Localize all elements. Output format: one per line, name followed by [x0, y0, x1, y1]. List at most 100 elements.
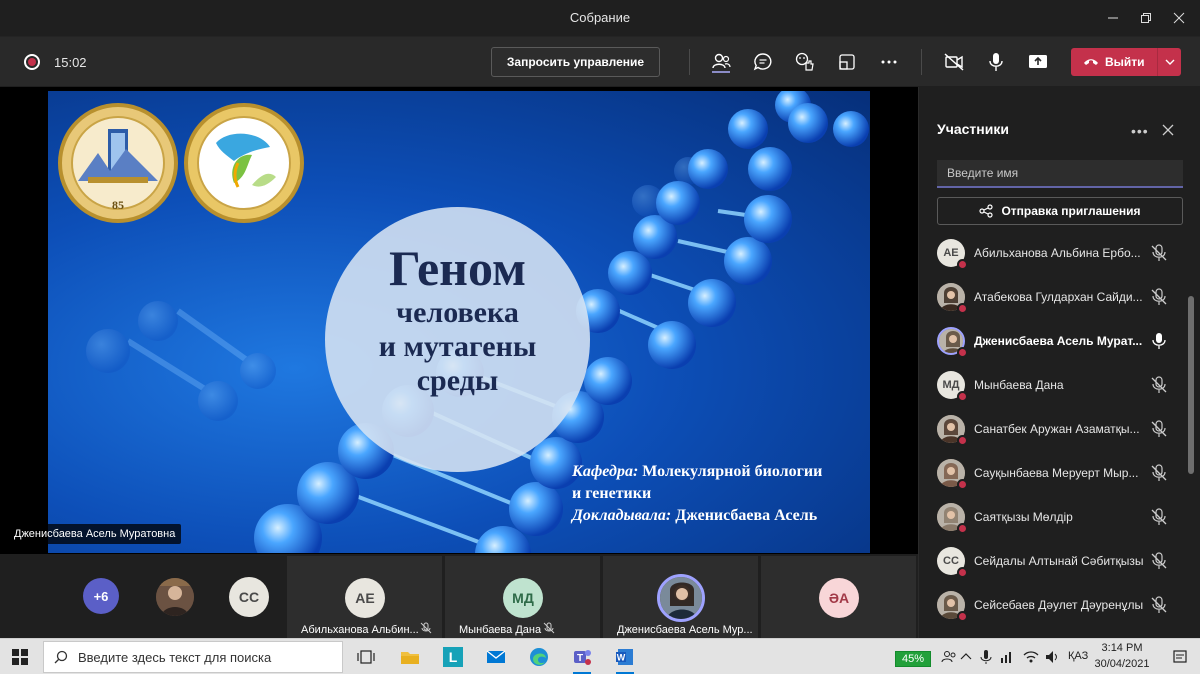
participant-row[interactable]: Санатбек Аружан Азаматқы...	[919, 408, 1189, 452]
more-participants-badge[interactable]: +6	[83, 578, 119, 614]
breakout-rooms-icon	[839, 54, 855, 70]
video-tile[interactable]: ӘА	[761, 556, 916, 638]
mic-toggle-button[interactable]	[984, 50, 1008, 74]
folder-icon	[401, 652, 419, 664]
request-control-button[interactable]: Запросить управление	[491, 47, 660, 77]
participant-row[interactable]: Сауқынбаева Меруерт Мыр...	[919, 452, 1189, 496]
more-actions-button[interactable]	[877, 50, 901, 74]
mic-off-icon[interactable]	[1151, 420, 1167, 438]
participant-avatar-photo[interactable]	[156, 578, 194, 616]
department-value-cont: и генетики	[572, 485, 652, 502]
participant-search-input[interactable]	[937, 160, 1183, 188]
presence-status-icon	[957, 567, 968, 578]
svg-text:T: T	[577, 653, 583, 664]
participant-avatar-cc[interactable]: СС	[229, 577, 269, 617]
mail-app[interactable]	[479, 643, 513, 671]
leave-main[interactable]: Выйти	[1071, 55, 1157, 69]
speaker-value: Дженисбаева Асель	[675, 507, 818, 524]
slide-title-line2: человека	[396, 296, 519, 329]
share-invite-button[interactable]: Отправка приглашения	[937, 197, 1183, 225]
video-tile[interactable]: МД Мынбаева Дана	[445, 556, 600, 638]
participant-row[interactable]: Саятқызы Мөлдір	[919, 496, 1189, 540]
rooms-button[interactable]	[835, 50, 859, 74]
taskbar-search[interactable]: Введите здесь текст для поиска	[43, 641, 343, 673]
reactions-button[interactable]	[793, 50, 817, 74]
mic-off-icon[interactable]	[1151, 552, 1167, 570]
tile-avatar: ӘА	[819, 578, 859, 618]
windows-taskbar: Введите здесь текст для поиска L T W 45%	[0, 638, 1200, 674]
participant-row[interactable]: МД Мынбаева Дана	[919, 364, 1189, 408]
mic-off-icon[interactable]	[1151, 464, 1167, 482]
invite-label: Отправка приглашения	[1001, 204, 1141, 218]
mic-off-icon[interactable]	[1151, 288, 1167, 306]
microphone-icon[interactable]	[1151, 332, 1167, 350]
participant-row[interactable]: Дженисбаева Асель Мурат...	[919, 320, 1189, 364]
participant-name: Дженисбаева Асель Мурат...	[974, 334, 1143, 348]
mic-off-icon[interactable]	[1151, 596, 1167, 614]
tile-avatar: АЕ	[345, 578, 385, 618]
shared-content-stage: 85 Геном человека и мутагены среды Кафед…	[0, 87, 918, 554]
tile-avatar: МД	[503, 578, 543, 618]
participants-button[interactable]	[709, 50, 733, 74]
slide-title-line4: среды	[416, 364, 499, 397]
camera-off-icon	[944, 53, 964, 71]
chat-icon	[753, 53, 772, 71]
close-icon	[1162, 124, 1174, 136]
volume-icon[interactable]	[1044, 649, 1060, 665]
presence-status-icon	[957, 303, 968, 314]
close-window-button[interactable]	[1159, 0, 1199, 36]
presence-status-icon	[957, 347, 968, 358]
language-indicator[interactable]: ҚАЗ	[1068, 650, 1088, 662]
participant-row[interactable]: Сейсебаев Дәулет Дәуренұлы	[919, 584, 1189, 628]
word-app[interactable]: W	[608, 643, 642, 674]
l-app-icon: L	[443, 647, 463, 667]
chat-button[interactable]	[751, 50, 775, 74]
leave-button[interactable]: Выйти	[1071, 48, 1181, 76]
share-button[interactable]	[1026, 50, 1050, 74]
recording-icon	[24, 54, 40, 70]
wifi-icon[interactable]	[1022, 649, 1040, 665]
microphone-icon[interactable]	[980, 649, 992, 665]
battery-indicator[interactable]: 45%	[895, 651, 932, 667]
participant-name: Атабекова Гулдархан Сайди...	[974, 290, 1143, 304]
participant-name: Сейдалы Алтынай Сәбитқызы	[974, 554, 1144, 568]
chevron-down-icon	[1165, 59, 1174, 65]
taskbar-search-text: Введите здесь текст для поиска	[78, 649, 272, 665]
clock-time[interactable]: 3:14 PM	[1098, 642, 1146, 654]
mic-off-icon[interactable]	[1151, 376, 1167, 394]
people-icon[interactable]	[941, 649, 957, 665]
panel-close-button[interactable]	[1161, 123, 1175, 142]
participant-list-scrollbar[interactable]	[1188, 296, 1194, 474]
chevron-up-icon[interactable]	[960, 649, 972, 665]
learning-app[interactable]: L	[436, 643, 470, 671]
hang-up-icon	[1084, 59, 1098, 65]
participant-row[interactable]: СС Сейдалы Алтынай Сәбитқызы	[919, 540, 1189, 584]
task-view-button[interactable]	[349, 643, 383, 671]
slide-speaker: Докладывала: Дженисбаева Асель	[572, 507, 817, 525]
participant-row[interactable]: Атабекова Гулдархан Сайди...	[919, 276, 1189, 320]
leave-label: Выйти	[1105, 55, 1145, 69]
mic-off-icon[interactable]	[1151, 508, 1167, 526]
mic-off-icon[interactable]	[1151, 244, 1167, 262]
start-button[interactable]	[12, 649, 28, 670]
video-tile-active[interactable]: Дженисбаева Асель Мур...	[603, 556, 758, 638]
video-tile[interactable]: АЕ Абильханова Альбин...	[287, 556, 442, 638]
restore-icon	[1141, 13, 1151, 23]
mic-off-icon	[543, 622, 555, 634]
participant-row[interactable]: АЕ Абильханова Альбина Ербо...	[919, 232, 1189, 276]
speaker-label: Докладывала:	[572, 507, 672, 524]
teams-app[interactable]: T	[565, 643, 599, 674]
camera-toggle-button[interactable]	[942, 50, 966, 74]
presentation-slide: 85 Геном человека и мутагены среды Кафед…	[48, 91, 870, 553]
explorer-app[interactable]	[393, 643, 427, 671]
raise-hand-icon	[795, 52, 814, 71]
svg-text:85: 85	[112, 198, 124, 212]
network-icon[interactable]	[1000, 649, 1016, 665]
panel-more-button[interactable]: •••	[1131, 123, 1149, 139]
edge-app[interactable]	[522, 643, 556, 671]
tile-avatar-speaking	[657, 574, 705, 622]
notifications-icon[interactable]	[1172, 649, 1188, 665]
leave-options-button[interactable]	[1158, 59, 1181, 65]
clock-date[interactable]: 30/04/2021	[1094, 658, 1150, 670]
presence-status-icon	[957, 611, 968, 622]
